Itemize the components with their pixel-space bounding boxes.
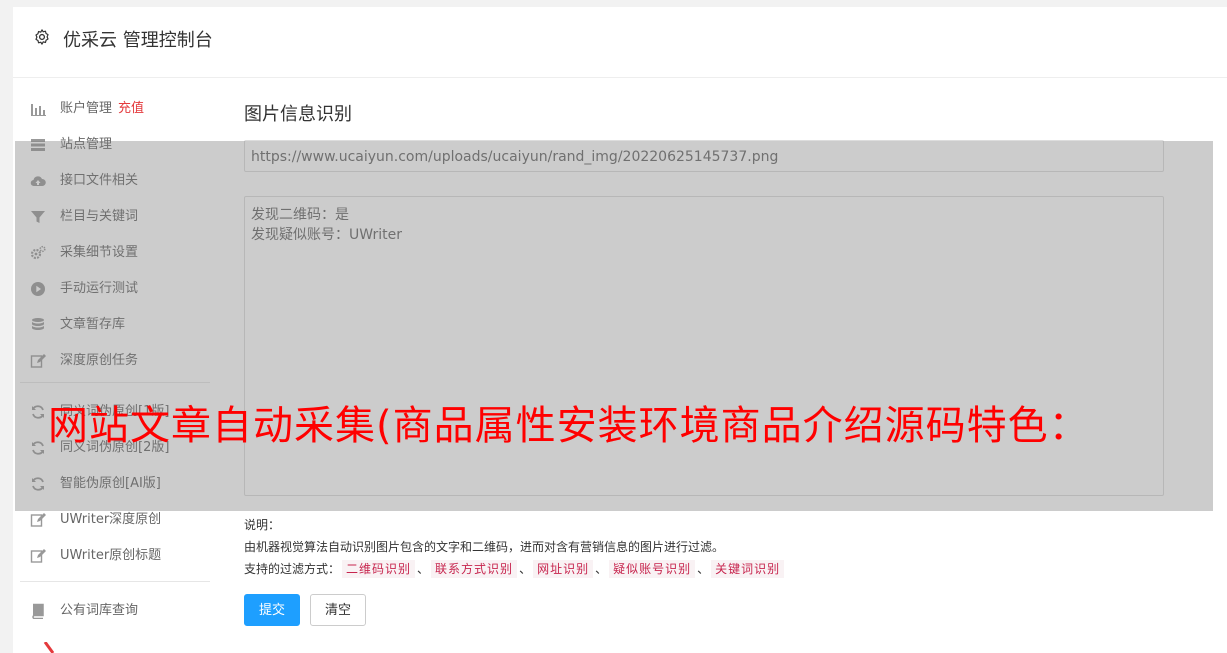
console-header: 优采云 管理控制台: [13, 7, 1227, 78]
filter-label: 支持的过滤方式：: [244, 562, 341, 576]
description-label: 说明：: [244, 518, 281, 532]
separator: 、: [595, 562, 608, 576]
action-buttons: 提交 清空: [244, 594, 376, 626]
separator: 、: [519, 562, 532, 576]
separator: 、: [697, 562, 710, 576]
filter-methods: 支持的过滤方式： 二维码识别、联系方式识别、网址识别、疑似账号识别、关键词识别: [244, 558, 1164, 580]
sidebar-item-public-lexicon[interactable]: 公有词库查询: [20, 596, 210, 632]
overlay-banner-text: 网站文章自动采集(商品属性安装环境商品介绍源码特色：: [48, 403, 1090, 449]
filter-tag: 疑似账号识别: [609, 560, 696, 578]
separator: 、: [417, 562, 430, 576]
filter-tag: 网址识别: [533, 560, 594, 578]
sidebar-item-label: UWriter原创标题: [60, 548, 162, 563]
submit-button[interactable]: 提交: [244, 594, 301, 626]
filter-tag: 关键词识别: [711, 560, 785, 578]
sidebar-item-account[interactable]: 账户管理 充值: [20, 94, 210, 130]
clear-button[interactable]: 清空: [310, 594, 367, 626]
bar-chart-icon: [31, 104, 46, 116]
page-title: 图片信息识别: [244, 104, 352, 125]
sidebar-divider: [20, 581, 210, 582]
description-block: 说明： 由机器视觉算法自动识别图片包含的文字和二维码，进而对含有营销信息的图片进…: [244, 514, 1164, 580]
gear-icon: [35, 29, 49, 45]
edit-icon: [30, 549, 46, 563]
chevron-right-icon: [43, 642, 55, 653]
book-icon: [32, 603, 44, 619]
main-content: 图片信息识别 https://www.ucaiyun.com/uploads/u…: [244, 100, 1164, 626]
sidebar-item-uwriter-title[interactable]: UWriter原创标题: [20, 541, 210, 577]
recharge-link[interactable]: 充值: [118, 101, 144, 116]
description-text: 由机器视觉算法自动识别图片包含的文字和二维码，进而对含有营销信息的图片进行过滤。: [244, 540, 725, 554]
page-header-title: 优采云 管理控制台: [63, 30, 213, 51]
filter-tag: 二维码识别: [342, 560, 416, 578]
edit-icon: [30, 513, 46, 527]
sidebar-item-label: 账户管理: [60, 101, 113, 116]
filter-tag: 联系方式识别: [431, 560, 518, 578]
sidebar-item-label: 公有词库查询: [60, 603, 139, 618]
sidebar-item-label: UWriter深度原创: [60, 512, 162, 527]
gray-overlay: [15, 141, 1213, 511]
